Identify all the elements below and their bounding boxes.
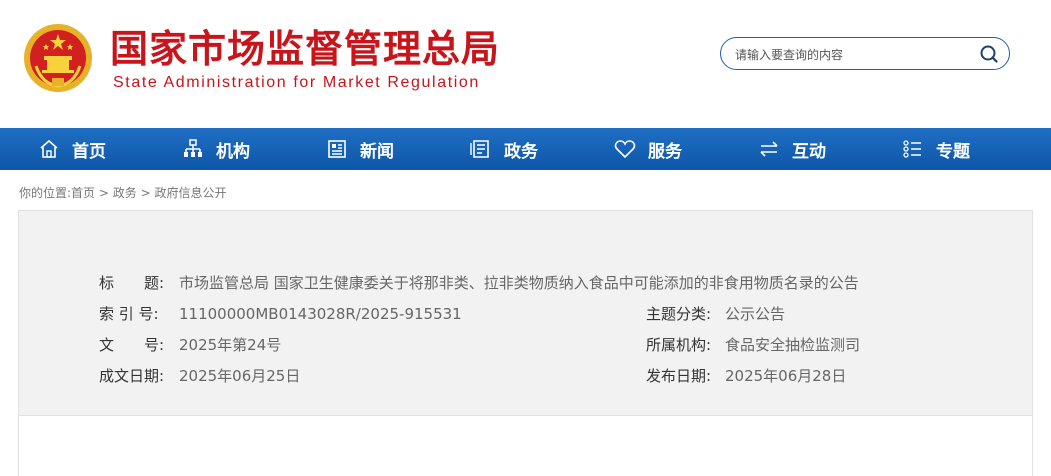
org-value: 食品安全抽检监测司 [725, 336, 861, 354]
swap-arrows-icon [760, 141, 778, 157]
topic-field: 主题分类: 公示公告 [646, 304, 785, 324]
docno-label: 文 号: [99, 336, 165, 354]
title-label: 标 题: [99, 274, 165, 292]
topic-label: 主题分类: [646, 305, 712, 323]
breadcrumb: 你的位置:首页 > 政务 > 政府信息公开 [19, 184, 227, 201]
docno-field: 文 号: 2025年第24号 [99, 335, 281, 355]
breadcrumb-separator: > [140, 186, 151, 200]
nav-item-org[interactable]: 机构 [182, 128, 250, 170]
written-date-field: 成文日期: 2025年06月25日 [99, 366, 300, 386]
site-header: 国家市场监督管理总局 State Administration for Mark… [0, 0, 1051, 128]
article-content-area [18, 416, 1033, 476]
nav-item-home[interactable]: 首页 [38, 128, 106, 170]
national-emblem-icon[interactable] [22, 22, 94, 94]
nav-item-service[interactable]: 服务 [614, 128, 682, 170]
title-field: 标 题: 市场监管总局 国家卫生健康委关于将那非类、拉非类物质纳入食品中可能添加的… [99, 273, 859, 293]
org-field: 所属机构: 食品安全抽检监测司 [646, 335, 860, 355]
index-label: 索 引 号: [99, 305, 159, 323]
heart-icon [614, 140, 636, 159]
nav-label: 机构 [216, 141, 250, 162]
written-date-value: 2025年06月25日 [179, 367, 301, 385]
breadcrumb-gov-info[interactable]: 政府信息公开 [155, 186, 227, 200]
nav-label: 政务 [504, 141, 538, 162]
document-icon [470, 140, 489, 158]
docno-value: 2025年第24号 [179, 336, 282, 354]
site-title[interactable]: 国家市场监督管理总局 [110, 26, 500, 72]
main-nav: 首页 机构 新闻 政务 服务 互动 专题 [0, 128, 1051, 170]
written-date-label: 成文日期: [99, 367, 165, 385]
search-box [720, 37, 1010, 70]
topic-value: 公示公告 [725, 305, 786, 323]
published-date-value: 2025年06月28日 [725, 367, 847, 385]
org-label: 所属机构: [646, 336, 712, 354]
title-value: 市场监管总局 国家卫生健康委关于将那非类、拉非类物质纳入食品中可能添加的非食用物… [179, 274, 859, 292]
nav-item-topics[interactable]: 专题 [902, 128, 970, 170]
nav-label: 新闻 [360, 141, 394, 162]
news-icon [328, 140, 346, 158]
org-chart-icon [184, 139, 202, 157]
nav-item-affairs[interactable]: 政务 [470, 128, 538, 170]
nav-label: 首页 [72, 141, 106, 162]
published-date-field: 发布日期: 2025年06月28日 [646, 366, 846, 386]
published-date-label: 发布日期: [646, 367, 712, 385]
home-icon [40, 139, 58, 158]
document-info-panel: 标 题: 市场监管总局 国家卫生健康委关于将那非类、拉非类物质纳入食品中可能添加的… [18, 210, 1033, 416]
list-icon [903, 140, 921, 158]
search-input[interactable] [733, 44, 977, 66]
breadcrumb-home[interactable]: 首页 [71, 186, 95, 200]
nav-label: 服务 [648, 141, 682, 162]
breadcrumb-separator: > [98, 186, 109, 200]
nav-item-interact[interactable]: 互动 [758, 128, 826, 170]
index-value: 11100000MB0143028R/2025-915531 [179, 305, 462, 323]
nav-item-news[interactable]: 新闻 [326, 128, 394, 170]
nav-label: 互动 [792, 141, 826, 162]
site-subtitle: State Administration for Market Regulati… [113, 74, 480, 91]
search-icon[interactable] [979, 44, 999, 64]
breadcrumb-prefix: 你的位置: [19, 186, 72, 200]
nav-label: 专题 [936, 141, 970, 162]
breadcrumb-affairs[interactable]: 政务 [113, 186, 137, 200]
index-field: 索 引 号: 11100000MB0143028R/2025-915531 [99, 304, 462, 324]
